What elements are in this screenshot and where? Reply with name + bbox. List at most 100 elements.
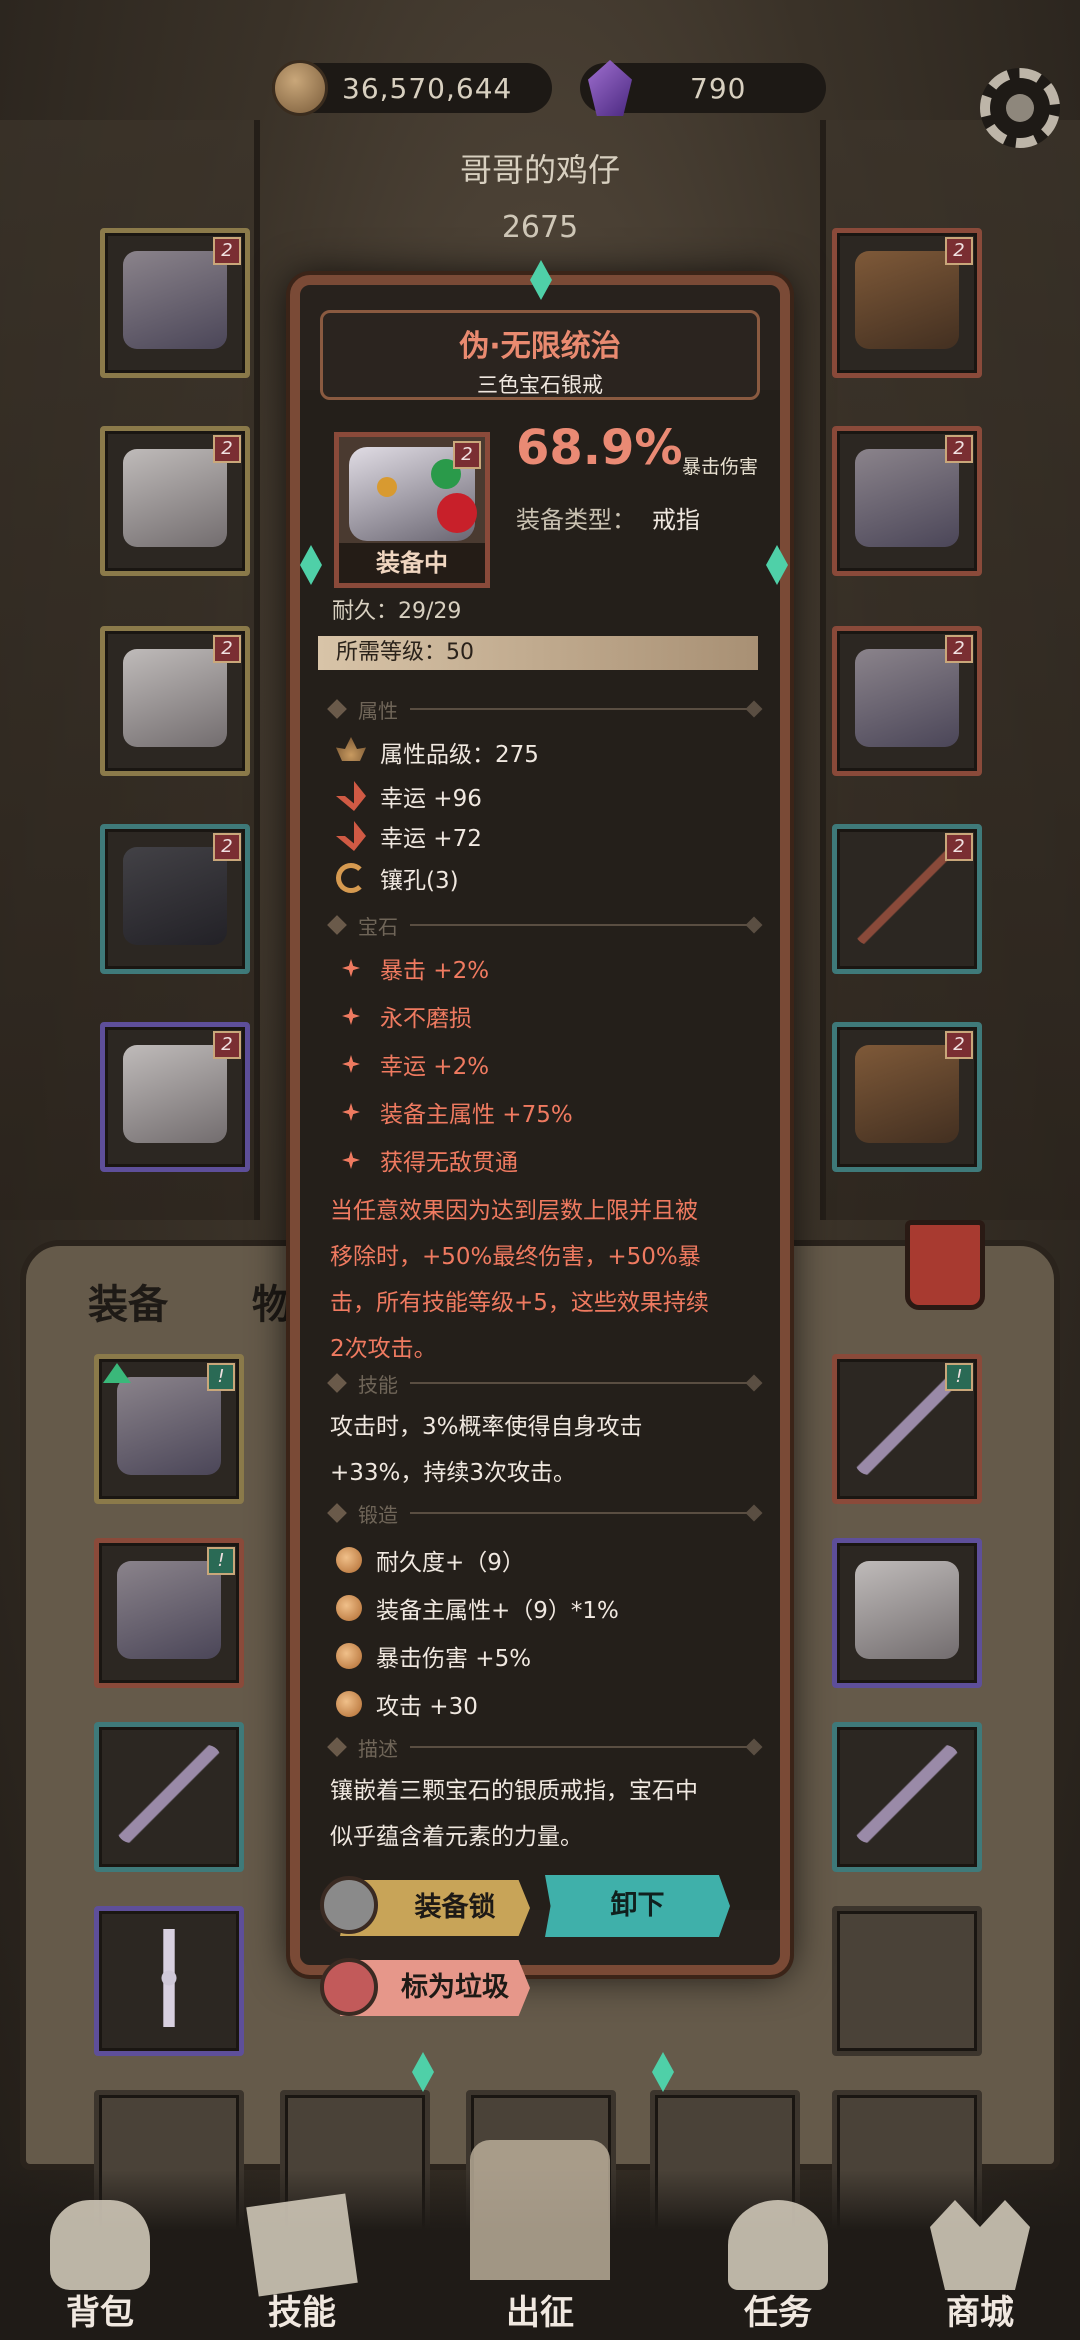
- ring-icon: [855, 649, 959, 747]
- gem-effect-text: 暴击 +2%: [380, 958, 490, 984]
- forge-row: 装备主属性+（9）*1%: [336, 1588, 619, 1628]
- equip-slot-armor[interactable]: 2: [100, 426, 250, 576]
- hat-icon: [117, 1377, 221, 1475]
- inventory-slot[interactable]: [832, 1538, 982, 1688]
- item-icon: 2 装备中: [334, 432, 490, 588]
- boots-icon: [123, 1045, 227, 1143]
- gem-effect-text: 装备主属性 +75%: [380, 1102, 573, 1128]
- section-title: 属性: [358, 698, 398, 723]
- orb-icon: [336, 1547, 362, 1573]
- crown-shop-icon: [930, 2200, 1030, 2290]
- spear-icon: [855, 847, 959, 945]
- forge-text: 耐久度+（9）: [376, 1550, 525, 1576]
- backpack-icon: [50, 2200, 150, 2290]
- section-title: 锻造: [358, 1502, 398, 1527]
- equip-slot-gloves[interactable]: 2: [100, 626, 250, 776]
- trash-can-icon: [320, 1958, 378, 2016]
- item-description: 镶嵌着三颗宝石的银质戒指，宝石中 似乎蕴含着元素的力量。: [330, 1768, 770, 1860]
- star-icon: [342, 1055, 360, 1073]
- power-score: 2675: [501, 210, 579, 245]
- text-line: 移除时，+50%最终伤害，+50%暴: [330, 1244, 701, 1270]
- equip-type-value: 戒指: [652, 506, 700, 534]
- new-badge: !: [207, 1547, 235, 1575]
- section-description: 描述: [327, 1732, 763, 1762]
- level-badge: 2: [213, 237, 241, 265]
- nav-skills[interactable]: 技能: [202, 2170, 402, 2340]
- unequip-button[interactable]: 卸下: [545, 1875, 730, 1937]
- attr-text: 幸运 +72: [380, 826, 482, 852]
- gem-effect-text: 获得无敌贯通: [380, 1150, 518, 1176]
- trash-icon[interactable]: [905, 1220, 985, 1310]
- level-badge: 2: [213, 635, 241, 663]
- attr-row: 幸运 +96: [336, 776, 482, 816]
- equip-type-label: 装备类型：: [516, 506, 636, 534]
- inventory-slot[interactable]: [94, 1722, 244, 1872]
- inventory-slot[interactable]: !: [832, 1354, 982, 1504]
- gem-effect-row: 获得无敌贯通: [336, 1140, 518, 1180]
- inventory-slot[interactable]: [94, 1906, 244, 2056]
- gold-amount: 36,570,644: [342, 71, 513, 105]
- gem-effect-text: 幸运 +2%: [380, 1054, 490, 1080]
- text-line: +33%，持续3次攻击。: [330, 1460, 577, 1486]
- equip-slot-pants[interactable]: 2: [100, 824, 250, 974]
- robe-icon: [123, 449, 227, 547]
- text-line: 2次攻击。: [330, 1336, 437, 1362]
- quest-scroll-icon: [728, 2200, 828, 2290]
- equip-slot-amulet[interactable]: 2: [832, 228, 982, 378]
- coin-icon: [272, 60, 328, 116]
- bottom-navigation: 背包 技能 出征 任务 商城: [0, 2140, 1080, 2340]
- tab-equipment[interactable]: 装备: [88, 1272, 168, 1330]
- text-line: 击，所有技能等级+5，这些效果持续: [330, 1290, 709, 1316]
- star-icon: [342, 959, 360, 977]
- equip-slot-offhand[interactable]: 2: [832, 1022, 982, 1172]
- book-icon: [855, 1045, 959, 1143]
- nav-expedition[interactable]: 出征: [440, 2140, 640, 2340]
- nav-label: 任务: [744, 2293, 812, 2333]
- gem-display: 790: [580, 60, 827, 116]
- currency-bar: 36,570,644 790: [0, 60, 1080, 120]
- scepter-icon: [855, 1377, 959, 1475]
- forge-row: 耐久度+（9）: [336, 1540, 525, 1580]
- equip-slot-weapon[interactable]: 2: [832, 824, 982, 974]
- level-badge: 2: [213, 833, 241, 861]
- nav-shop[interactable]: 商城: [880, 2170, 1080, 2340]
- level-badge: 2: [945, 635, 973, 663]
- staff-icon: [117, 1745, 221, 1843]
- settings-gear-icon[interactable]: [980, 68, 1060, 148]
- inventory-slot[interactable]: !: [94, 1538, 244, 1688]
- attr-row: 属性品级：275: [336, 732, 539, 772]
- text-line: 攻击时，3%概率使得自身攻击: [330, 1414, 643, 1440]
- inventory-slot[interactable]: !: [94, 1354, 244, 1504]
- inventory-slot[interactable]: [832, 1722, 982, 1872]
- attr-row: 幸运 +72: [336, 816, 482, 856]
- cross-necklace-icon: [117, 1929, 221, 2027]
- text-line: 镶嵌着三颗宝石的银质戒指，宝石中: [330, 1778, 698, 1804]
- item-subtitle: 三色宝石银戒: [477, 373, 603, 397]
- nav-backpack[interactable]: 背包: [0, 2170, 200, 2340]
- forge-text: 装备主属性+（9）*1%: [376, 1598, 619, 1624]
- durability: 耐久：29/29: [332, 599, 462, 624]
- equip-slot-boots[interactable]: 2: [100, 1022, 250, 1172]
- upgrade-arrow-icon: [103, 1363, 131, 1383]
- equip-slot-hat[interactable]: 2: [100, 228, 250, 378]
- level-badge: 2: [945, 1031, 973, 1059]
- attr-row: 镶孔(3): [336, 858, 459, 898]
- section-forge: 锻造: [327, 1498, 763, 1528]
- equip-slot-ring-2[interactable]: 2: [832, 626, 982, 776]
- text-line: 当任意效果因为达到层数上限并且被: [330, 1198, 698, 1224]
- text-line: 似乎蕴含着元素的力量。: [330, 1824, 583, 1850]
- section-title: 宝石: [358, 914, 398, 939]
- equip-slot-ring-1[interactable]: 2: [832, 426, 982, 576]
- section-title: 描述: [358, 1736, 398, 1761]
- forge-text: 暴击伤害 +5%: [376, 1646, 532, 1672]
- button-label: 标为垃圾: [401, 1972, 509, 2003]
- inventory-slot-empty[interactable]: [832, 1906, 982, 2056]
- luck-arrow-icon: [336, 781, 366, 811]
- level-badge: 2: [945, 833, 973, 861]
- equipped-label: 装备中: [339, 543, 485, 583]
- skill-description: 攻击时，3%概率使得自身攻击 +33%，持续3次攻击。: [330, 1404, 770, 1496]
- orb-icon: [336, 1595, 362, 1621]
- nav-label: 出征: [506, 2293, 574, 2333]
- nav-quests[interactable]: 任务: [678, 2170, 878, 2340]
- gem-effect-row: 装备主属性 +75%: [336, 1092, 573, 1132]
